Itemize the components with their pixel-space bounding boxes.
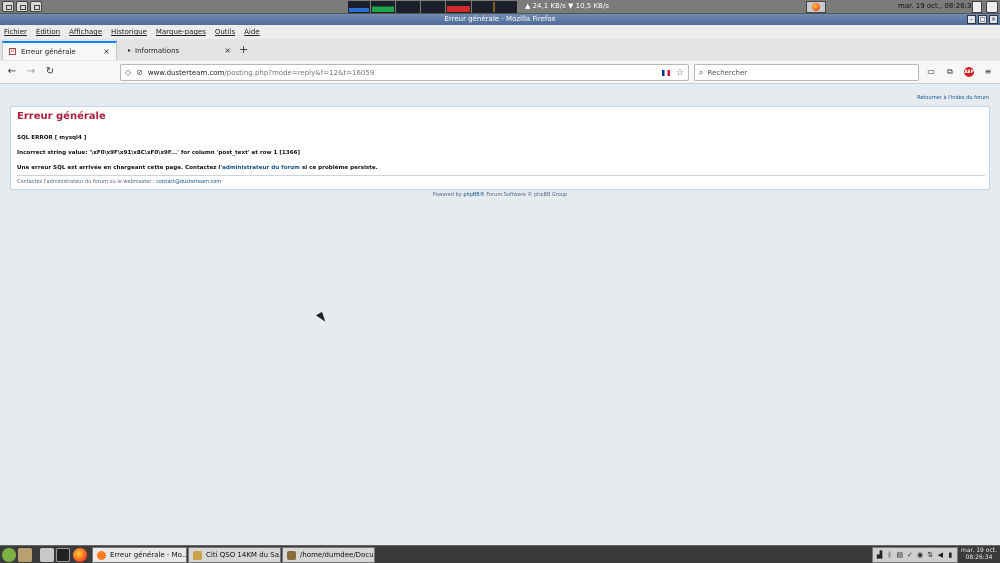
menu-tools[interactable]: Outils — [215, 28, 235, 36]
text-editor-icon — [287, 550, 296, 560]
maximize-button[interactable]: □ — [978, 15, 987, 24]
bluetooth-icon[interactable]: ᛒ — [886, 550, 893, 560]
firefox-launcher-icon[interactable] — [73, 548, 87, 562]
clipboard-icon[interactable]: ▤ — [896, 550, 904, 560]
divider — [17, 175, 985, 176]
disk-monitor — [472, 1, 517, 13]
workspace-3-button[interactable] — [30, 1, 42, 12]
power-button[interactable] — [986, 1, 998, 13]
phpbb-favicon-icon: D — [9, 48, 16, 55]
search-bar[interactable]: ⌕ — [694, 64, 919, 81]
language-flag-icon[interactable] — [661, 69, 670, 76]
shield-icon[interactable]: ◇ — [125, 68, 131, 77]
swap-monitor — [396, 1, 420, 13]
folder-icon — [193, 550, 202, 560]
taskbar: Erreur générale - Mo... Citi QSO 14KM du… — [0, 545, 1000, 563]
search-icon: ⌕ — [699, 67, 704, 77]
bookmark-star-icon[interactable]: ☆ — [676, 68, 684, 78]
return-to-index-link[interactable]: Retourner à l'index du forum — [917, 95, 989, 101]
sidebar-icon[interactable]: ▭ — [925, 67, 937, 76]
reload-button[interactable]: ↻ — [43, 65, 57, 79]
close-tab-icon[interactable]: × — [224, 46, 231, 55]
powered-by-footer: Powered by phpBB® Forum Software © phpBB… — [432, 192, 568, 198]
workspace-1-button[interactable] — [2, 1, 14, 12]
tab-error[interactable]: D Erreur générale × — [2, 41, 117, 60]
page-content: Retourner à l'index du forum Erreur géné… — [0, 84, 1000, 545]
connection-info-icon[interactable]: ⊘ — [136, 68, 143, 77]
lock-screen-button[interactable] — [972, 1, 982, 13]
sql-error-label: SQL ERROR [ mysql4 ] — [17, 135, 87, 141]
minimize-button[interactable]: – — [967, 15, 976, 24]
window-title: Erreur générale - Mozilla Firefox — [444, 15, 556, 23]
taskbar-clock[interactable]: mar. 19 oct. 08:26:34 — [960, 547, 998, 563]
menu-help[interactable]: Aide — [244, 28, 259, 36]
files-launcher-icon[interactable] — [18, 548, 32, 562]
close-tab-icon[interactable]: × — [103, 47, 110, 56]
firefox-icon — [97, 550, 106, 560]
new-tab-button[interactable]: + — [239, 43, 248, 56]
error-message: Une erreur SQL est arrivée en chargeant … — [17, 165, 378, 171]
url-bar[interactable]: ◇ ⊘ www.dusterteam.com/posting.php?mode=… — [120, 64, 689, 81]
signal-icon[interactable]: ▟ — [876, 550, 883, 560]
tab-indicator-icon: ▸ — [128, 47, 132, 54]
hamburger-menu-icon[interactable]: ≡ — [982, 67, 994, 76]
back-button[interactable]: ← — [5, 65, 19, 79]
updates-icon[interactable]: ✓ — [906, 550, 913, 560]
firefox-icon — [812, 3, 820, 11]
taskbar-task-folder[interactable]: Citi QSO 14KM du Sa... — [188, 547, 281, 563]
menu-bookmarks[interactable]: Marque-pages — [156, 28, 206, 36]
contact-line: Contactez l'administrateur du forum ou l… — [17, 179, 222, 185]
desktop-launcher-icon[interactable] — [40, 548, 54, 562]
menu-history[interactable]: Historique — [111, 28, 147, 36]
search-input[interactable] — [707, 68, 918, 77]
cpu-monitor — [348, 1, 370, 13]
taskbar-task-firefox[interactable]: Erreur générale - Mo... — [92, 547, 187, 563]
close-window-button[interactable]: × — [989, 15, 998, 24]
system-tray: ▟ ᛒ ▤ ✓ ◉ ⇅ ◀ ▮ — [872, 547, 958, 563]
error-title: Erreur générale — [17, 111, 106, 122]
top-clock: mar. 19 oct., 08:26:34 — [898, 2, 976, 10]
tab-title: Informations — [135, 46, 180, 55]
firefox-launcher[interactable] — [806, 1, 826, 13]
tab-title: Erreur générale — [21, 47, 76, 56]
memory-monitor — [371, 1, 395, 13]
forward-button[interactable]: → — [24, 65, 38, 79]
network-icon[interactable]: ⇅ — [927, 550, 934, 560]
menu-file[interactable]: Fichier — [4, 28, 27, 36]
phpbb-link[interactable]: phpBB® — [463, 192, 484, 198]
menu-edit[interactable]: Édition — [36, 28, 60, 36]
net-monitor — [446, 1, 471, 13]
extensions-icon[interactable]: ⧉ — [944, 67, 956, 77]
error-panel: Erreur générale SQL ERROR [ mysql4 ] Inc… — [10, 106, 990, 190]
battery-icon[interactable]: ▮ — [947, 550, 954, 560]
workspace-2-button[interactable] — [16, 1, 28, 12]
menu-view[interactable]: Affichage — [69, 28, 102, 36]
system-top-bar: ▲ 24,1 KB/s ▼ 10,5 KB/s mar. 19 oct., 08… — [0, 0, 1000, 14]
start-menu-icon[interactable] — [2, 548, 16, 562]
tab-strip: D Erreur générale × ▸ Informations × — [0, 39, 1000, 61]
network-speed: ▲ 24,1 KB/s ▼ 10,5 KB/s — [525, 2, 609, 10]
forum-admin-link[interactable]: administrateur du forum — [222, 165, 300, 171]
window-title-bar[interactable]: Erreur générale - Mozilla Firefox – □ × — [0, 14, 1000, 25]
load-monitor — [421, 1, 445, 13]
contact-email-link[interactable]: contact@dusterteam.com — [156, 179, 221, 185]
terminal-launcher-icon[interactable] — [56, 548, 70, 562]
url-text[interactable]: www.dusterteam.com/posting.php?mode=repl… — [148, 69, 662, 77]
taskbar-task-editor[interactable]: /home/dumdee/Docum... — [282, 547, 375, 563]
navigation-bar: ← → ↻ ◇ ⊘ www.dusterteam.com/posting.php… — [0, 61, 1000, 84]
sql-error-detail: Incorrect string value: '\xF0\x9F\x91\x8… — [17, 150, 301, 156]
tab-informations[interactable]: ▸ Informations × — [122, 41, 237, 60]
volume-icon[interactable]: ◀ — [937, 550, 944, 560]
adblock-icon[interactable]: ABP — [964, 67, 974, 77]
menu-bar: Fichier Édition Affichage Historique Mar… — [0, 25, 1000, 39]
nvidia-icon[interactable]: ◉ — [917, 550, 924, 560]
